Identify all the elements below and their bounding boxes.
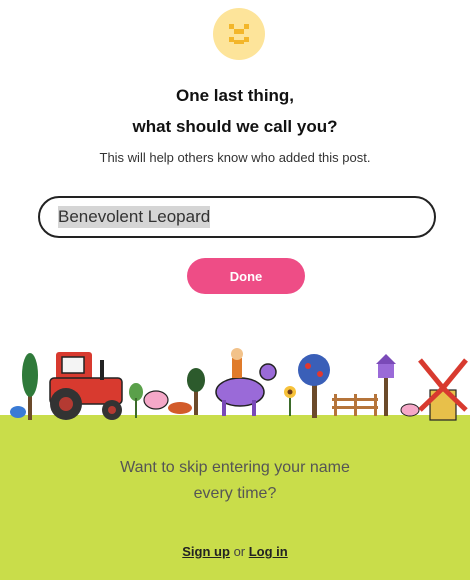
auth-links: Sign up or Log in [0,544,470,559]
signup-link[interactable]: Sign up [182,544,230,559]
auth-separator: or [233,544,249,559]
name-input-value[interactable]: Benevolent Leopard [58,206,211,228]
farm-scene-illustration [0,348,470,430]
skip-prompt-line-2: every time? [193,485,277,502]
heading-line-2: what should we call you? [132,117,338,136]
subtitle: This will help others know who added thi… [99,150,371,165]
skip-prompt-line-1: Want to skip entering your name [120,459,350,476]
login-link[interactable]: Log in [249,544,288,559]
name-input[interactable]: Benevolent Leopard [38,196,436,238]
heading-line-1: One last thing, [175,86,295,105]
skip-prompt: Want to skip entering your name every ti… [0,455,470,507]
pixel-face-icon [229,24,249,44]
done-button[interactable]: Done [187,258,305,294]
avatar [213,8,265,60]
